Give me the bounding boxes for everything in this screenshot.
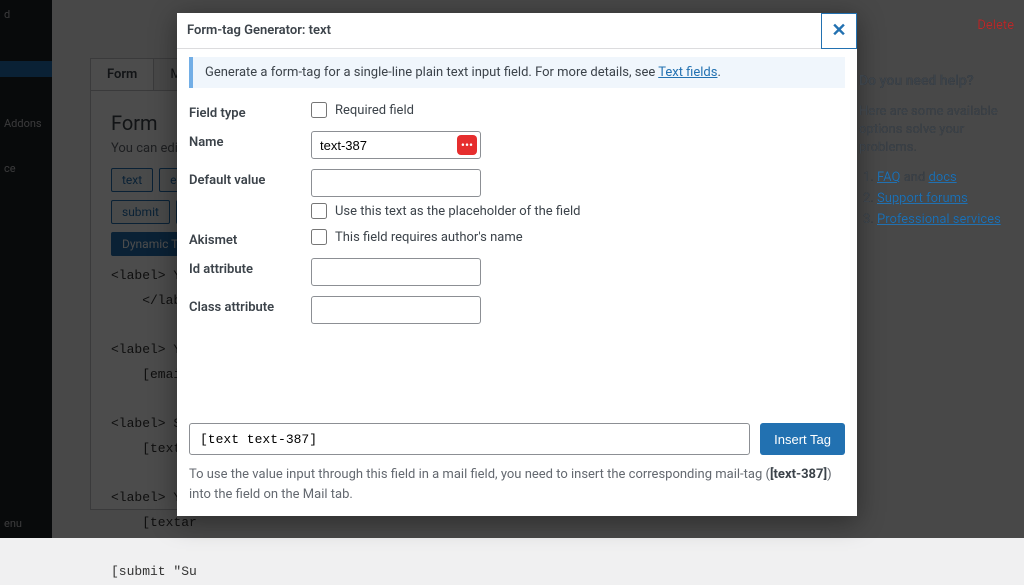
class-attribute-input[interactable] bbox=[311, 296, 481, 324]
field-type-label: Field type bbox=[189, 102, 311, 121]
mail-tag-code: [text-387] bbox=[770, 467, 827, 482]
placeholder-label: Use this text as the placeholder of the … bbox=[335, 204, 580, 219]
id-attribute-input[interactable] bbox=[311, 258, 481, 286]
professional-services-link[interactable]: Professional services bbox=[877, 212, 1001, 227]
required-checkbox[interactable] bbox=[311, 102, 327, 118]
name-input[interactable] bbox=[311, 131, 481, 159]
mail-tag-hint: To use the value input through this fiel… bbox=[189, 465, 845, 504]
modal-header: Form-tag Generator: text ✕ bbox=[177, 13, 857, 49]
placeholder-option[interactable]: Use this text as the placeholder of the … bbox=[311, 203, 845, 219]
insert-tag-button[interactable]: Insert Tag bbox=[760, 423, 845, 455]
required-field-option[interactable]: Required field bbox=[311, 102, 845, 118]
docs-link[interactable]: docs bbox=[929, 170, 957, 185]
form-tag-generator-modal: Form-tag Generator: text ✕ Generate a fo… bbox=[177, 13, 857, 516]
password-manager-icon[interactable]: ••• bbox=[457, 135, 477, 155]
id-attribute-label: Id attribute bbox=[189, 258, 311, 277]
akismet-check-label: This field requires author's name bbox=[335, 230, 523, 245]
text-fields-link[interactable]: Text fields bbox=[658, 65, 717, 80]
required-label: Required field bbox=[335, 103, 414, 118]
akismet-label: Akismet bbox=[189, 229, 311, 248]
akismet-checkbox[interactable] bbox=[311, 229, 327, 245]
generated-tag-output[interactable] bbox=[189, 423, 750, 455]
notice-text: Generate a form-tag for a single-line pl… bbox=[205, 65, 658, 80]
placeholder-checkbox[interactable] bbox=[311, 203, 327, 219]
info-notice: Generate a form-tag for a single-line pl… bbox=[189, 57, 845, 88]
akismet-option[interactable]: This field requires author's name bbox=[311, 229, 845, 245]
delete-link[interactable]: Delete bbox=[859, 18, 1014, 33]
help-sidebar: Delete Do you need help? Here are some a… bbox=[849, 0, 1024, 251]
modal-body: Generate a form-tag for a single-line pl… bbox=[177, 49, 857, 417]
modal-title: Form-tag Generator: text bbox=[187, 23, 331, 38]
name-label: Name bbox=[189, 131, 311, 150]
help-heading: Do you need help? bbox=[859, 73, 1014, 89]
close-icon: ✕ bbox=[831, 20, 846, 41]
help-intro: Here are some available options solve yo… bbox=[859, 103, 1014, 158]
notice-suffix: . bbox=[717, 65, 720, 80]
support-forums-link[interactable]: Support forums bbox=[877, 191, 968, 206]
faq-link[interactable]: FAQ bbox=[877, 170, 900, 185]
class-attribute-label: Class attribute bbox=[189, 296, 311, 315]
default-value-input[interactable] bbox=[311, 169, 481, 197]
default-value-label: Default value bbox=[189, 169, 311, 188]
modal-footer: Insert Tag To use the value input throug… bbox=[177, 417, 857, 516]
